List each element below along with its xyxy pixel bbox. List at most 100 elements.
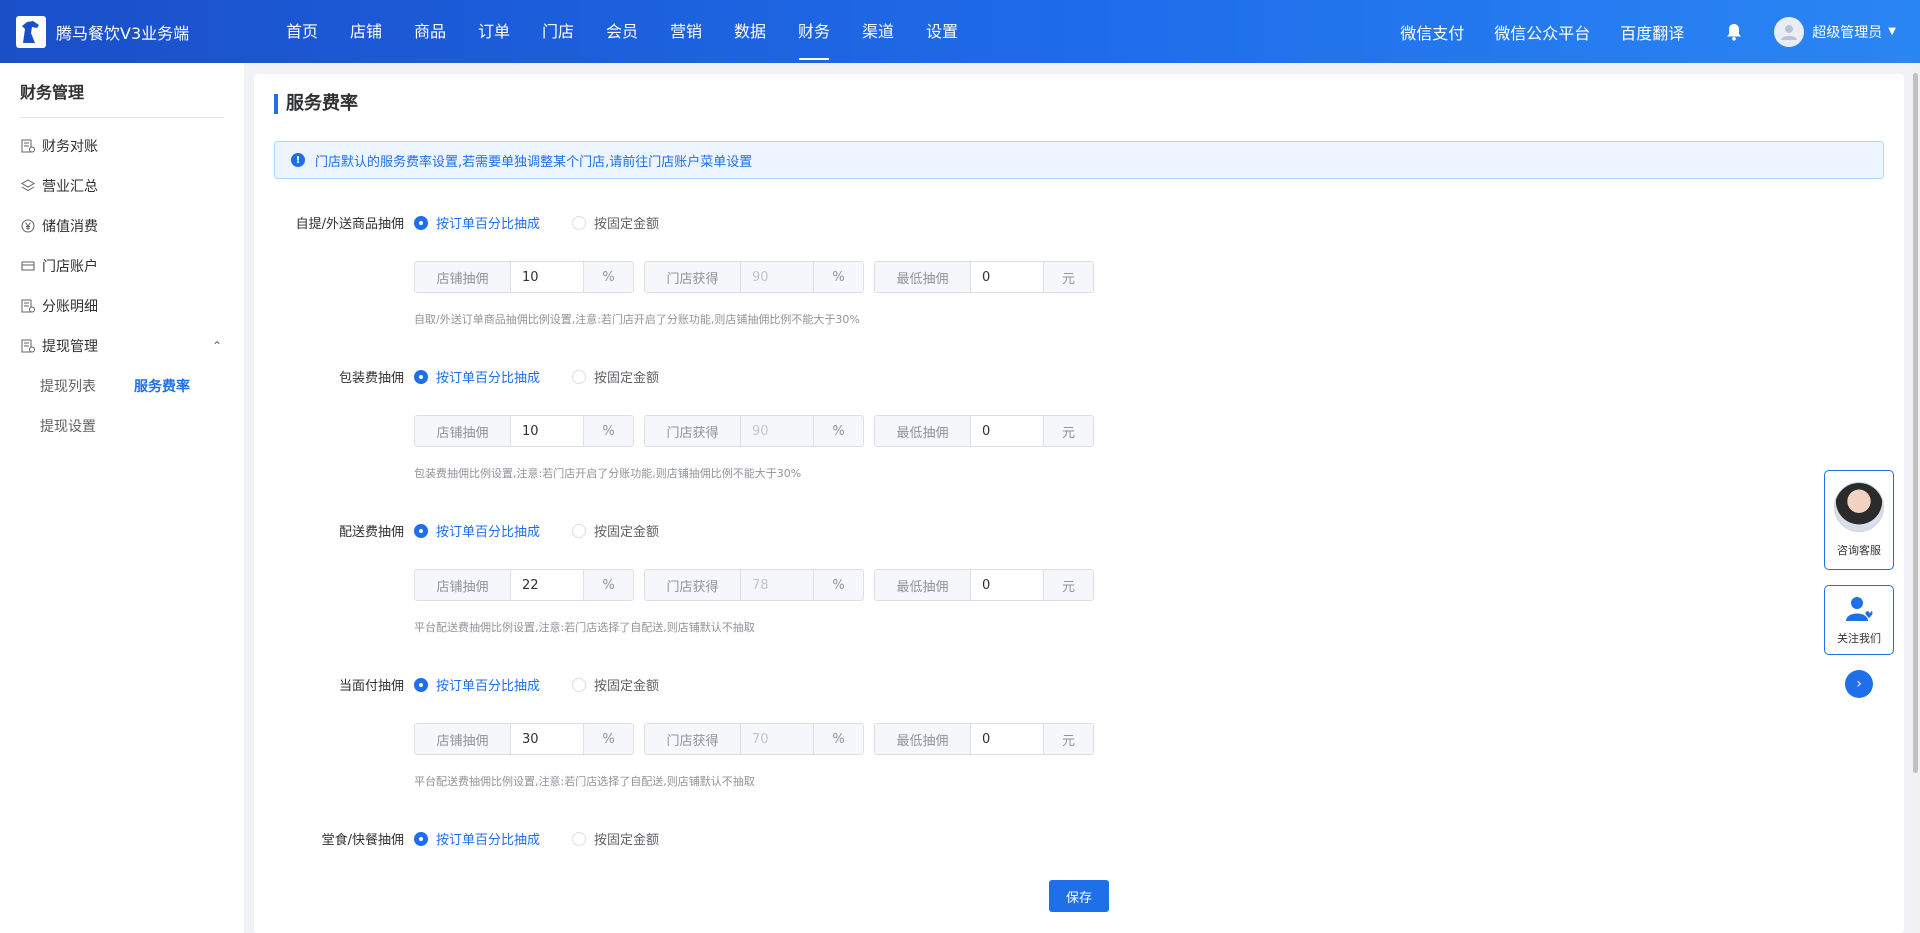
radio-fixed[interactable]: 按固定金额 xyxy=(572,367,659,386)
field-prefix: 店铺抽佣 xyxy=(415,570,511,600)
sidebar-item-business-summary[interactable]: 营业汇总 xyxy=(0,166,244,206)
follow-us-widget[interactable]: 关注我们 xyxy=(1824,585,1894,655)
store-commission-field[interactable]: 店铺抽佣 10% xyxy=(414,261,634,293)
radio-label: 按固定金额 xyxy=(594,525,660,540)
field-suffix: % xyxy=(583,416,633,446)
sidebar-sub-withdrawal-settings[interactable]: 提现设置 xyxy=(40,416,96,436)
rate-inputs-row: 店铺抽佣 22% 门店获得 78% 最低抽佣 0 元 xyxy=(414,569,1104,601)
radio-fixed[interactable]: 按固定金额 xyxy=(572,213,659,232)
commission-mode-radio-group: 按订单百分比抽成 按固定金额 xyxy=(414,521,691,540)
top-header: 腾马餐饮V3业务端 首页 店铺 商品 订单 门店 会员 营销 数据 财务 渠道 … xyxy=(0,0,1920,63)
sidebar-item-label: 门店账户 xyxy=(42,259,98,275)
bell-icon[interactable] xyxy=(1724,22,1744,42)
sidebar-item-reconciliation[interactable]: 财务对账 xyxy=(0,126,244,166)
radio-percent[interactable]: 按订单百分比抽成 xyxy=(414,213,540,232)
shop-share-input: 90 xyxy=(741,416,813,446)
shop-share-input: 90 xyxy=(741,262,813,292)
radio-percent[interactable]: 按订单百分比抽成 xyxy=(414,367,540,386)
min-commission-field[interactable]: 最低抽佣 0 元 xyxy=(874,261,1094,293)
user-name: 超级管理员 xyxy=(1812,24,1883,41)
sidebar-sub-service-rate[interactable]: 服务费率 xyxy=(134,376,190,396)
section-label-pickup-delivery: 自提/外送商品抽佣 xyxy=(295,217,404,232)
nav-settings[interactable]: 设置 xyxy=(910,0,974,63)
sidebar-sub-withdrawal-list[interactable]: 提现列表 xyxy=(40,376,96,396)
field-suffix: % xyxy=(813,724,863,754)
nav-channels[interactable]: 渠道 xyxy=(846,0,910,63)
radio-label: 按订单百分比抽成 xyxy=(436,833,541,848)
sidebar-item-split-detail[interactable]: 分账明细 xyxy=(0,286,244,326)
radio-fixed[interactable]: 按固定金额 xyxy=(572,675,659,694)
radio-dot xyxy=(414,369,428,384)
store-commission-input[interactable]: 22 xyxy=(511,570,583,600)
logo[interactable]: 腾马餐饮V3业务端 xyxy=(16,15,189,49)
avatar xyxy=(1774,16,1805,47)
scrollbar[interactable] xyxy=(1911,63,1920,933)
store-commission-input[interactable]: 10 xyxy=(511,262,583,292)
section-hint: 包装费抽佣比例设置,注意:若门店开启了分账功能,则店铺抽佣比例不能大于30% xyxy=(414,467,802,480)
radio-dot xyxy=(572,831,587,846)
radio-fixed[interactable]: 按固定金额 xyxy=(572,521,659,540)
shop-share-input: 70 xyxy=(741,724,813,754)
follow-label: 关注我们 xyxy=(1837,632,1881,645)
radio-percent[interactable]: 按订单百分比抽成 xyxy=(414,829,540,848)
radio-dot xyxy=(572,523,587,538)
nav-shops[interactable]: 门店 xyxy=(526,0,590,63)
link-wechat-pay[interactable]: 微信支付 xyxy=(1400,20,1464,44)
store-commission-input[interactable]: 10 xyxy=(511,416,583,446)
shop-share-field: 门店获得 90% xyxy=(644,415,864,447)
min-commission-input[interactable]: 0 xyxy=(971,724,1043,754)
store-commission-field[interactable]: 店铺抽佣 10% xyxy=(414,415,634,447)
chevron-up-icon: ⌃ xyxy=(211,339,222,353)
sidebar-submenu-row: 提现设置 xyxy=(0,406,244,446)
nav-members[interactable]: 会员 xyxy=(590,0,654,63)
min-commission-field[interactable]: 最低抽佣 0 元 xyxy=(874,723,1094,755)
nav-marketing[interactable]: 营销 xyxy=(654,0,718,63)
user-menu[interactable]: 超级管理员 ▼ xyxy=(1774,16,1896,47)
field-prefix: 店铺抽佣 xyxy=(415,724,511,754)
user-heart-icon xyxy=(1844,594,1874,624)
shop-share-field: 门店获得 90% xyxy=(644,261,864,293)
nav-orders[interactable]: 订单 xyxy=(462,0,526,63)
top-nav: 首页 店铺 商品 订单 门店 会员 营销 数据 财务 渠道 设置 xyxy=(270,0,974,63)
radio-dot xyxy=(572,369,587,384)
ledger-icon xyxy=(20,338,36,354)
radio-dot xyxy=(572,677,587,692)
store-commission-field[interactable]: 店铺抽佣 30% xyxy=(414,723,634,755)
nav-finance[interactable]: 财务 xyxy=(782,0,846,63)
min-commission-input[interactable]: 0 xyxy=(971,416,1043,446)
chevron-right-icon[interactable]: › xyxy=(1845,670,1873,698)
radio-fixed[interactable]: 按固定金额 xyxy=(572,829,659,848)
commission-mode-radio-group: 按订单百分比抽成 按固定金额 xyxy=(414,367,691,386)
radio-dot xyxy=(572,215,587,230)
nav-store[interactable]: 店铺 xyxy=(334,0,398,63)
nav-data[interactable]: 数据 xyxy=(718,0,782,63)
sidebar: 财务管理 财务对账 营业汇总 储值消费 门店账户 分账明细 提现管理 ⌃ 提现列… xyxy=(0,63,244,933)
sidebar-title: 财务管理 xyxy=(20,79,224,118)
commission-mode-radio-group: 按订单百分比抽成 按固定金额 xyxy=(414,213,691,232)
radio-percent[interactable]: 按订单百分比抽成 xyxy=(414,521,540,540)
radio-label: 按固定金额 xyxy=(594,371,660,386)
link-wechat-mp[interactable]: 微信公众平台 xyxy=(1494,20,1590,44)
radio-label: 按固定金额 xyxy=(594,833,660,848)
field-prefix: 最低抽佣 xyxy=(875,416,971,446)
save-button[interactable]: 保存 xyxy=(1049,880,1109,912)
sidebar-item-stored-value[interactable]: 储值消费 xyxy=(0,206,244,246)
scrollbar-thumb[interactable] xyxy=(1913,73,1918,773)
radio-dot xyxy=(414,831,428,846)
sidebar-item-shop-account[interactable]: 门店账户 xyxy=(0,246,244,286)
field-prefix: 门店获得 xyxy=(645,570,741,600)
store-commission-input[interactable]: 30 xyxy=(511,724,583,754)
min-commission-field[interactable]: 最低抽佣 0 元 xyxy=(874,569,1094,601)
nav-home[interactable]: 首页 xyxy=(270,0,334,63)
store-commission-field[interactable]: 店铺抽佣 22% xyxy=(414,569,634,601)
field-suffix: % xyxy=(583,724,633,754)
customer-service-widget[interactable]: 咨询客服 xyxy=(1824,470,1894,570)
nav-goods[interactable]: 商品 xyxy=(398,0,462,63)
min-commission-input[interactable]: 0 xyxy=(971,262,1043,292)
min-commission-field[interactable]: 最低抽佣 0 元 xyxy=(874,415,1094,447)
sidebar-item-withdrawal[interactable]: 提现管理 ⌃ xyxy=(0,326,244,366)
link-baidu-translate[interactable]: 百度翻译 xyxy=(1620,20,1684,44)
radio-percent[interactable]: 按订单百分比抽成 xyxy=(414,675,540,694)
header-right: 微信支付 微信公众平台 百度翻译 超级管理员 ▼ xyxy=(1370,0,1896,63)
min-commission-input[interactable]: 0 xyxy=(971,570,1043,600)
